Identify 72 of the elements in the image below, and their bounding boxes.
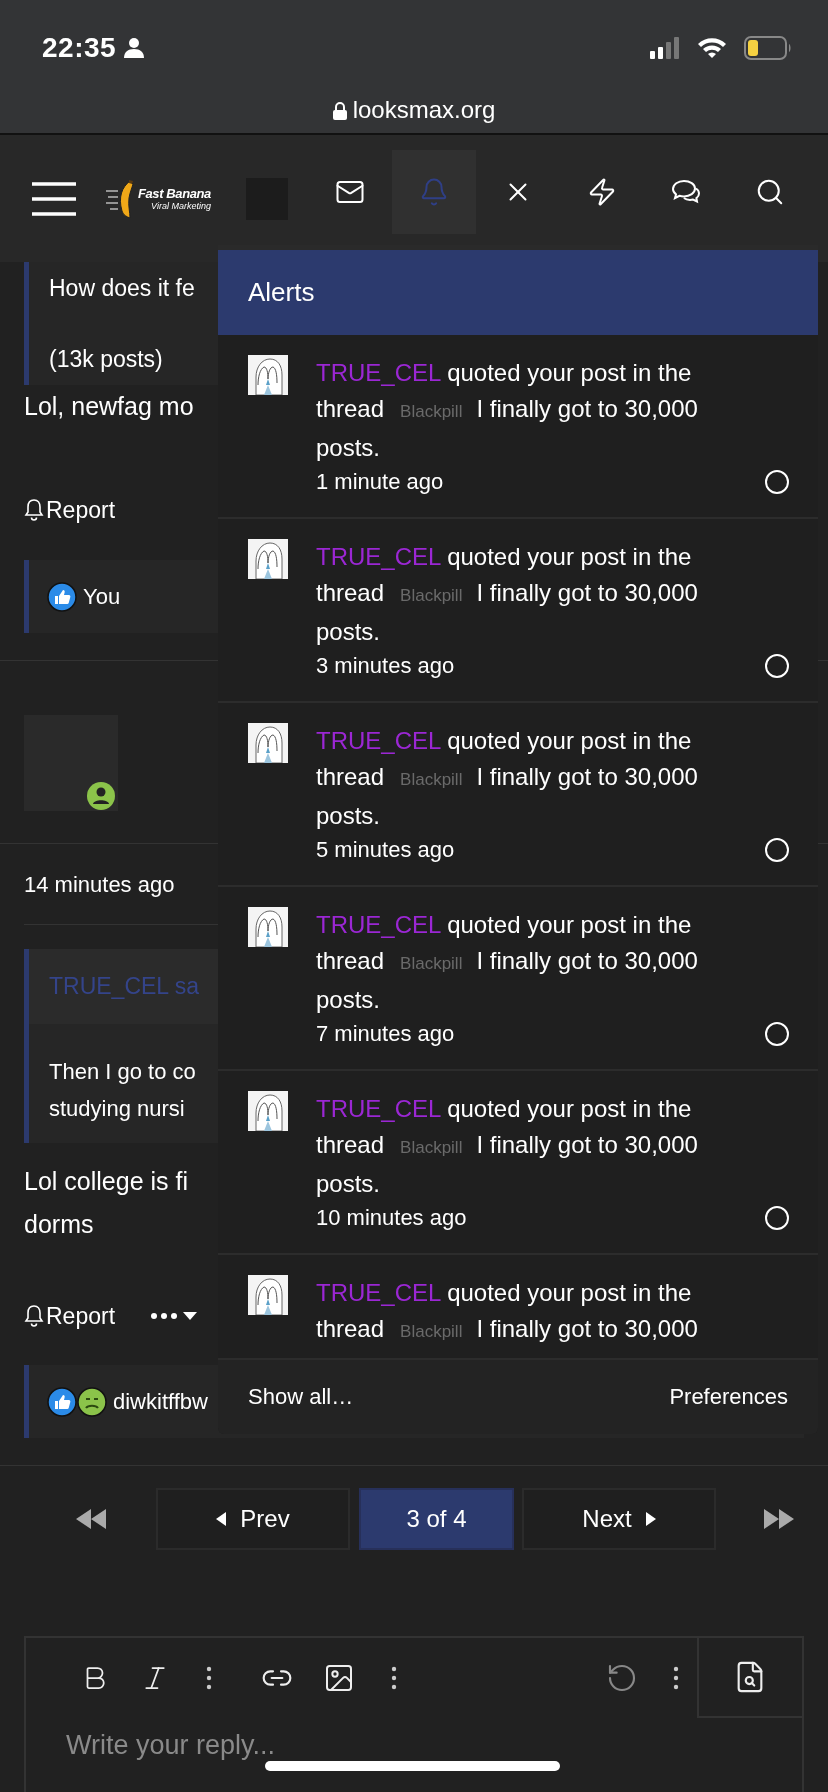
alert-item[interactable]: TRUE_CEL quoted your post in the thread Blackpill I finally got to 30,000 posts. 1 minute ago	[218, 335, 818, 519]
mark-read-toggle[interactable]	[765, 838, 789, 862]
quote-text: How does it fe	[49, 274, 195, 303]
report-link[interactable]: Report	[24, 1302, 116, 1330]
like-icon	[47, 581, 77, 612]
avatar-placeholder[interactable]	[24, 715, 118, 811]
alert-time: 3 minutes ago	[316, 653, 455, 679]
message-text: Lol college is fi	[24, 1166, 188, 1197]
reaction-names[interactable]: diwkitffbw	[113, 1388, 208, 1415]
alert-item[interactable]: TRUE_CEL quoted your post in the thread Blackpill I finally got to 30,000 posts. 7 minutes ago	[218, 887, 818, 1071]
alert-text: TRUE_CEL quoted your post in the thread Blackpill I finally got to 30,000 posts.	[316, 910, 699, 1015]
bell-icon	[24, 498, 44, 522]
alert-time: 1 minute ago	[316, 469, 444, 495]
alert-text: TRUE_CEL quoted your post in the thread Blackpill I finally got to 30,000 posts.	[316, 542, 699, 647]
more-vertical-icon	[206, 1666, 213, 1690]
sick-face-icon	[77, 1386, 107, 1417]
report-link[interactable]: Report	[24, 496, 116, 524]
caret-icon	[645, 1512, 656, 1526]
search-icon	[755, 177, 785, 207]
alert-time: 10 minutes ago	[316, 1205, 467, 1231]
caret-icon	[183, 1312, 198, 1320]
person-icon	[124, 37, 145, 59]
alert-time: 5 minutes ago	[316, 837, 455, 863]
next-button[interactable]: Next	[522, 1488, 716, 1550]
mark-read-toggle[interactable]	[765, 1206, 789, 1230]
battery-icon	[744, 36, 792, 60]
preferences-link[interactable]: Preferences	[669, 1384, 788, 1410]
more-vertical-icon	[390, 1666, 397, 1690]
alert-text: TRUE_CEL quoted your post in the thread Blackpill I finally got to 30,000 posts.	[316, 1094, 699, 1199]
caret-icon	[216, 1512, 227, 1526]
preview-button[interactable]	[696, 1638, 803, 1718]
clock-time: 22:35	[42, 32, 117, 64]
lightning-icon	[587, 177, 617, 207]
alert-text: TRUE_CEL quoted your post in the thread Blackpill I finally got to 30,000	[316, 1278, 699, 1344]
show-all-link[interactable]: Show all…	[248, 1384, 354, 1410]
like-icon	[47, 1386, 77, 1417]
more-button[interactable]	[151, 1312, 198, 1320]
current-page-button[interactable]: 3 of 4	[359, 1488, 514, 1550]
logo-title: Fast Banana	[138, 186, 211, 201]
signal-icon	[650, 37, 680, 59]
alert-item[interactable]: TRUE_CEL quoted your post in the thread Blackpill I finally got to 30,000 posts. 10 minutes ago	[218, 1071, 818, 1255]
bell-icon	[24, 1304, 44, 1328]
mark-read-toggle[interactable]	[765, 654, 789, 678]
alert-time: 7 minutes ago	[316, 1021, 455, 1047]
site-logo[interactable]: Fast Banana Viral Marketing	[106, 178, 224, 219]
reaction-names[interactable]: You	[83, 583, 121, 610]
mark-read-toggle[interactable]	[765, 1022, 789, 1046]
message-text: Lol, newfag mo	[24, 391, 194, 422]
message-text: dorms	[24, 1209, 94, 1240]
quote-text: Then I go to co	[49, 1058, 196, 1086]
bell-icon	[419, 177, 449, 207]
fast-forward-icon	[764, 1509, 794, 1529]
quote-text: (13k posts)	[49, 345, 163, 374]
lock-icon	[332, 102, 347, 120]
alert-item[interactable]: TRUE_CEL quoted your post in the thread Blackpill I finally got to 30,000 posts. 5 minutes ago	[218, 703, 818, 887]
chat-icon	[670, 178, 702, 206]
menu-icon	[32, 180, 76, 217]
more-vertical-icon	[672, 1666, 679, 1690]
wifi-icon	[696, 36, 728, 60]
quote-text: studying nursi	[49, 1095, 185, 1123]
prev-button[interactable]: Prev	[156, 1488, 350, 1550]
online-user-icon	[86, 781, 116, 811]
mark-read-toggle[interactable]	[765, 470, 789, 494]
address-url[interactable]: looksmax.org	[352, 96, 496, 124]
logo-tagline: Viral Marketing	[151, 201, 211, 211]
alerts-title: Alerts	[248, 277, 315, 308]
alert-text: TRUE_CEL quoted your post in the thread Blackpill I finally got to 30,000 posts.	[316, 726, 699, 831]
rewind-icon	[76, 1509, 106, 1529]
alert-text: TRUE_CEL quoted your post in the thread Blackpill I finally got to 30,000 posts.	[316, 358, 699, 463]
more-icon	[151, 1313, 178, 1319]
alert-item[interactable]: TRUE_CEL quoted your post in the thread Blackpill I finally got to 30,000 posts. 3 minutes ago	[218, 519, 818, 703]
menu-button[interactable]	[32, 180, 76, 217]
